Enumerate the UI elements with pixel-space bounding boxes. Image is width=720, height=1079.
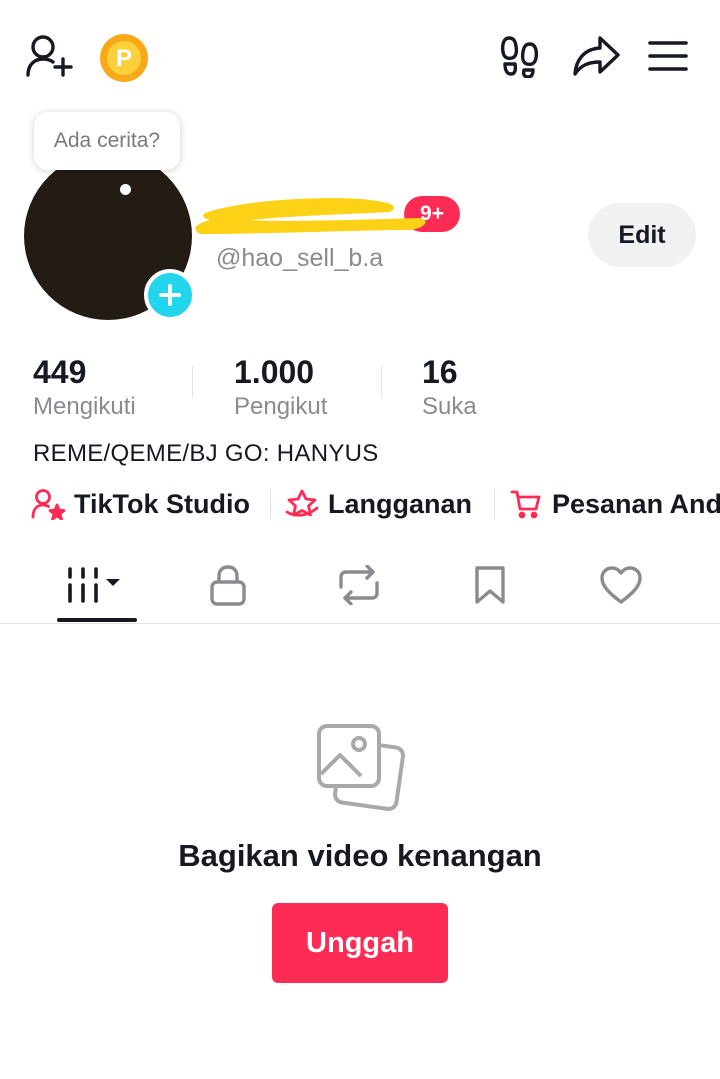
avatar-dot — [120, 184, 131, 195]
link-subscription[interactable]: Langganan — [284, 484, 472, 524]
stat-likes[interactable]: 16 Suka — [422, 352, 477, 422]
bio[interactable]: REME/QEME/BJ GO: HANYUS — [33, 440, 379, 468]
profile-links-row: TikTok Studio Langganan Pesanan And — [30, 484, 720, 524]
stat-followers[interactable]: 1.000 Pengikut — [234, 352, 327, 422]
stat-label: Mengikuti — [33, 393, 136, 420]
grid-icon — [68, 567, 120, 603]
tab-reposts[interactable] — [309, 548, 409, 622]
upload-button[interactable]: Unggah — [272, 903, 448, 983]
stat-divider — [381, 366, 382, 398]
link-label: TikTok Studio — [74, 488, 251, 519]
add-story-button[interactable] — [144, 269, 196, 321]
link-tiktok-studio[interactable]: TikTok Studio — [30, 484, 250, 524]
top-bar: P — [0, 0, 720, 112]
photos-icon — [317, 724, 405, 811]
tab-liked[interactable] — [571, 548, 671, 622]
username: @hao_sell_b.a — [216, 244, 384, 272]
link-divider — [494, 490, 495, 518]
link-divider — [270, 490, 271, 518]
stat-divider — [192, 366, 193, 398]
profile-page: P Ada cerita? 9+ @hao_sell_b.a Edit 449 … — [0, 0, 720, 1079]
stat-value: 16 — [422, 354, 458, 390]
share-icon[interactable] — [570, 32, 622, 80]
tab-videos[interactable] — [46, 548, 146, 622]
heart-icon — [600, 566, 642, 604]
tab-private[interactable] — [178, 548, 278, 622]
stat-label: Pengikut — [234, 393, 328, 420]
stat-value: 449 — [33, 354, 87, 390]
person-star-icon — [30, 486, 66, 522]
empty-state-title: Bagikan video kenangan — [178, 838, 542, 873]
menu-icon[interactable] — [644, 32, 692, 80]
footprints-icon[interactable] — [496, 32, 544, 80]
lock-icon — [210, 565, 246, 606]
link-label: Langganan — [328, 488, 473, 519]
story-prompt-bubble[interactable]: Ada cerita? — [34, 112, 180, 170]
redacted-display-name — [195, 198, 426, 234]
repost-icon — [339, 565, 379, 605]
bookmark-icon — [475, 566, 505, 604]
stat-value: 1.000 — [234, 354, 315, 390]
stat-label: Suka — [422, 393, 477, 420]
subscription-star-icon — [284, 486, 320, 522]
chevron-down-icon — [106, 579, 120, 586]
content-tabs — [0, 548, 720, 624]
coin-icon[interactable]: P — [98, 34, 150, 82]
coin-letter: P — [116, 45, 132, 72]
story-prompt-text: Ada cerita? — [53, 129, 161, 152]
tab-favorites[interactable] — [440, 548, 540, 622]
link-label: Pesanan And — [552, 488, 720, 519]
cart-icon — [508, 486, 544, 522]
edit-profile-button[interactable]: Edit — [588, 203, 696, 267]
plus-icon — [159, 284, 181, 306]
add-user-icon[interactable] — [24, 32, 76, 80]
link-orders[interactable]: Pesanan And — [508, 484, 720, 524]
stat-following[interactable]: 449 Mengikuti — [33, 352, 136, 422]
tab-selected-indicator — [57, 618, 137, 622]
